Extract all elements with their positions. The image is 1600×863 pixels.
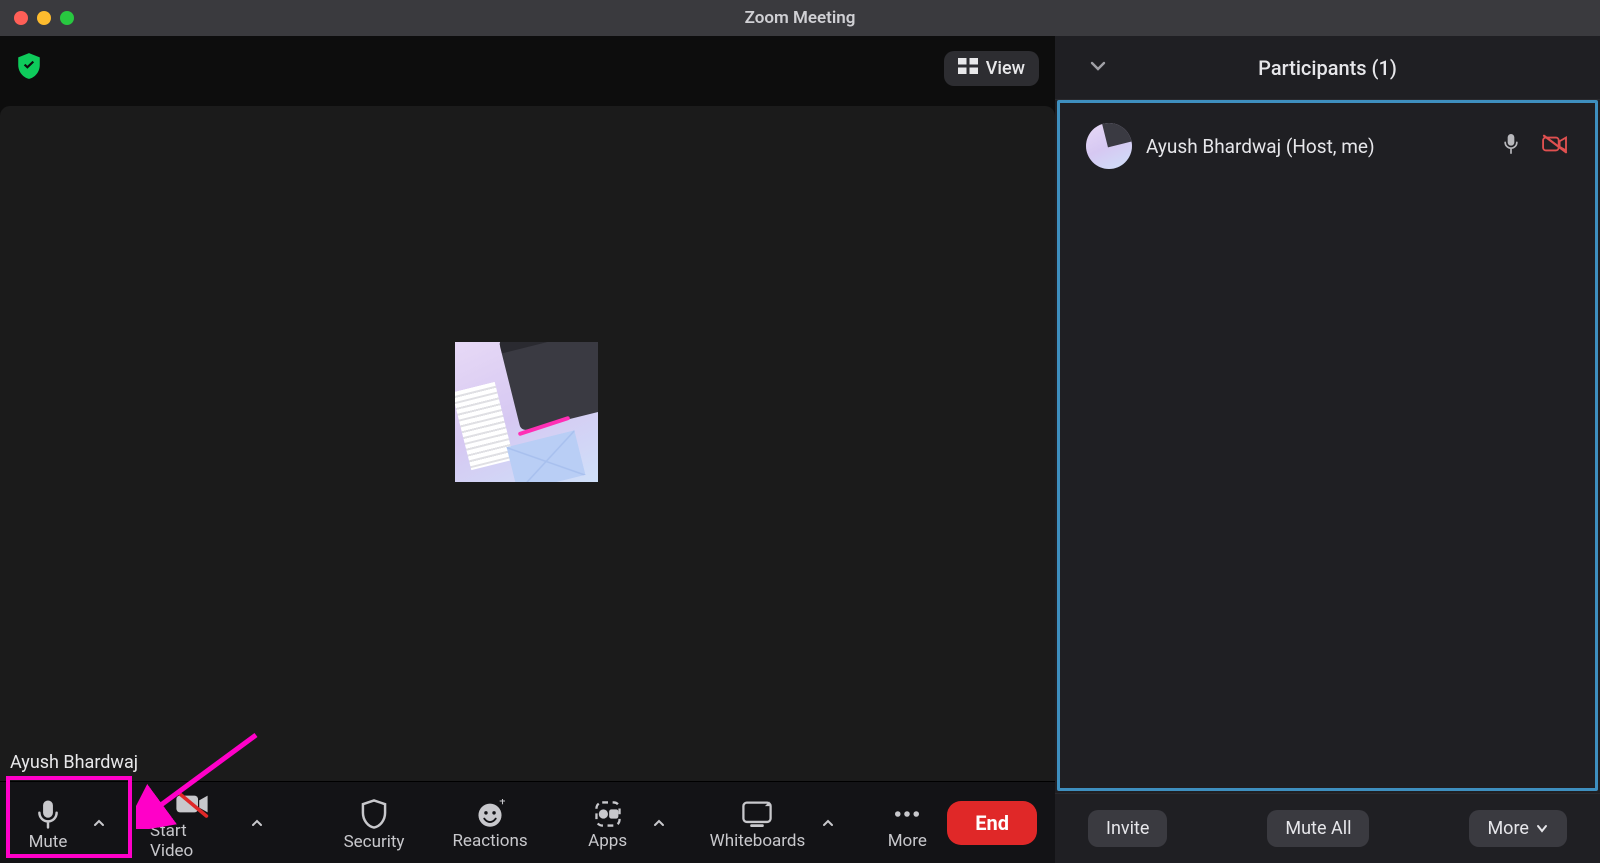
participant-avatar (1086, 123, 1132, 169)
participants-header: Participants (1) (1055, 36, 1600, 100)
whiteboard-icon (740, 799, 774, 829)
chevron-up-icon (250, 816, 264, 830)
apps-icon (593, 799, 623, 829)
participant-name: Ayush Bhardwaj (Host, me) (1146, 135, 1487, 158)
encryption-shield-icon[interactable] (16, 52, 42, 84)
whiteboards-options-caret[interactable] (815, 812, 841, 834)
mute-all-button-label: Mute All (1285, 818, 1351, 839)
invite-button[interactable]: Invite (1088, 810, 1167, 847)
participants-more-label: More (1487, 818, 1528, 839)
microphone-icon[interactable] (1501, 132, 1521, 160)
smiley-icon: + (475, 799, 505, 829)
dots-icon (892, 799, 922, 829)
svg-text:+: + (499, 799, 505, 808)
camera-off-icon[interactable] (1541, 133, 1569, 159)
view-button-label: View (986, 58, 1025, 79)
video-tile[interactable]: Ayush Bhardwaj (0, 106, 1055, 781)
end-meeting-button-label: End (975, 811, 1009, 835)
whiteboards-button[interactable]: Whiteboards (698, 793, 818, 853)
participant-avatar-large (455, 342, 598, 482)
video-name-tag: Ayush Bhardwaj (6, 750, 142, 775)
mute-all-button[interactable]: Mute All (1267, 810, 1369, 847)
start-video-button[interactable]: Start Video (138, 783, 246, 863)
reactions-button[interactable]: + Reactions (440, 793, 539, 853)
participants-collapse-caret[interactable] (1081, 50, 1115, 85)
video-options-caret[interactable] (244, 812, 270, 834)
reactions-button-label: Reactions (452, 831, 527, 851)
mute-options-caret[interactable] (86, 812, 112, 834)
participants-title: Participants (1) (1055, 56, 1600, 80)
window-title: Zoom Meeting (0, 8, 1600, 28)
apps-options-caret[interactable] (646, 812, 672, 834)
participants-footer: Invite Mute All More (1055, 793, 1600, 863)
meeting-toolbar: Mute Start Video (0, 781, 1055, 863)
whiteboards-button-label: Whiteboards (710, 831, 806, 851)
camera-off-icon (174, 789, 210, 819)
chevron-up-icon (92, 816, 106, 830)
view-button[interactable]: View (944, 51, 1039, 86)
invite-button-label: Invite (1106, 818, 1149, 839)
mute-button-label: Mute (29, 832, 68, 852)
more-button[interactable]: More (867, 793, 947, 853)
chevron-up-icon (821, 816, 835, 830)
grid-icon (958, 58, 978, 79)
participants-panel: Participants (1) Ayush Bhardwaj (Host, m… (1055, 36, 1600, 863)
participants-list: Ayush Bhardwaj (Host, me) (1057, 100, 1598, 791)
start-video-button-label: Start Video (150, 821, 234, 861)
end-meeting-button[interactable]: End (947, 801, 1037, 845)
apps-button-label: Apps (588, 831, 627, 851)
mute-button[interactable]: Mute (8, 792, 88, 854)
chevron-up-icon (652, 816, 666, 830)
microphone-icon (33, 798, 63, 830)
more-button-label: More (888, 831, 927, 851)
video-pane: View Ayush Bhardwaj Mute (0, 36, 1055, 863)
chevron-down-icon (1535, 823, 1549, 835)
security-button-label: Security (344, 832, 405, 852)
security-button[interactable]: Security (332, 792, 417, 854)
apps-button[interactable]: Apps (568, 793, 648, 853)
chevron-down-icon (1089, 59, 1107, 73)
participants-more-button[interactable]: More (1469, 810, 1566, 847)
participant-row[interactable]: Ayush Bhardwaj (Host, me) (1060, 113, 1595, 179)
window-titlebar: Zoom Meeting (0, 0, 1600, 36)
shield-icon (359, 798, 389, 830)
video-topbar: View (0, 36, 1055, 100)
